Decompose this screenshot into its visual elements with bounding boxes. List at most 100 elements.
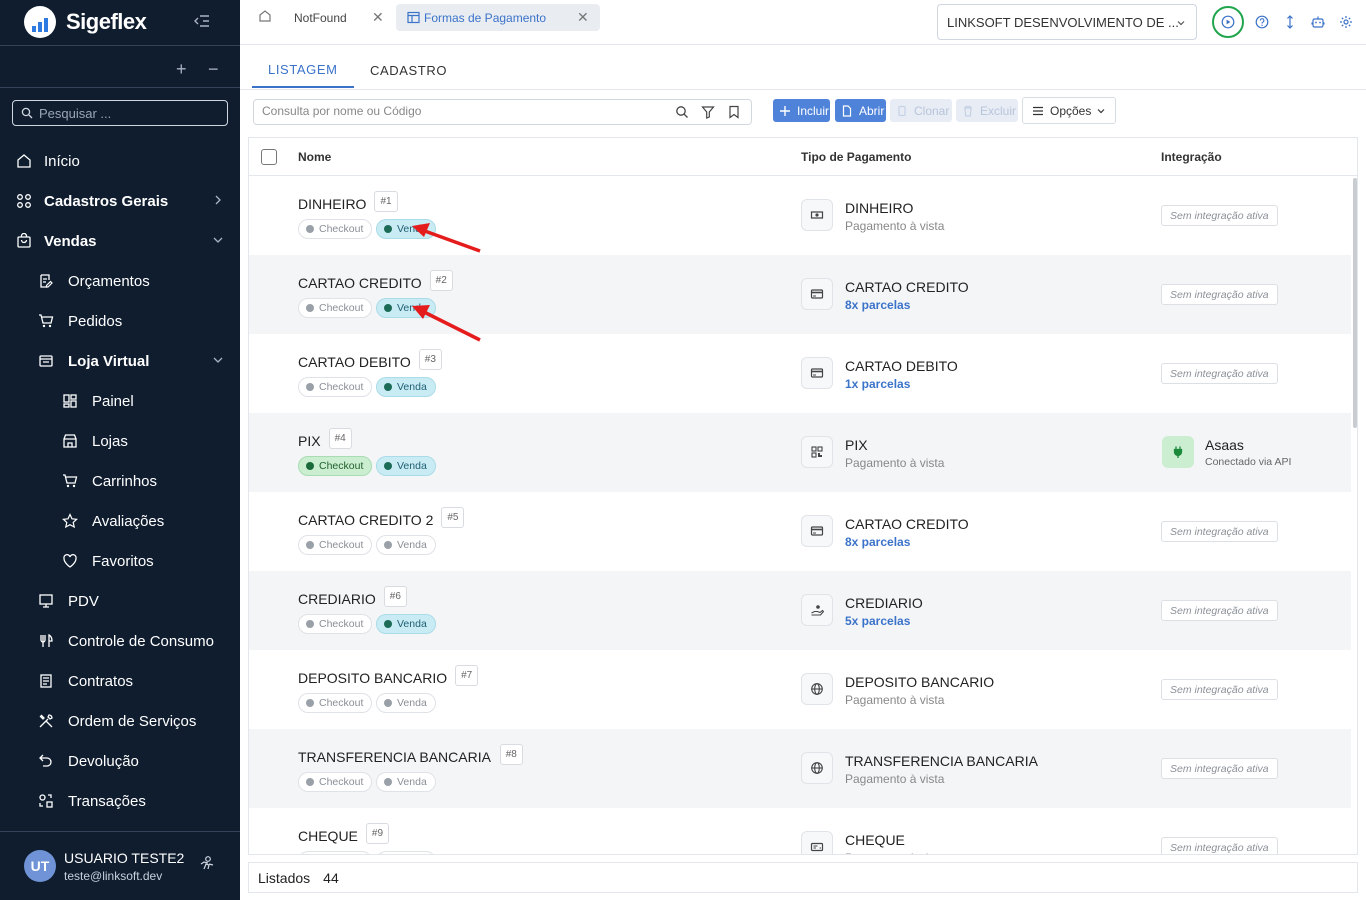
help-icon[interactable] [1255, 15, 1269, 29]
tab-notfound[interactable]: NotFound ✕ [290, 4, 390, 31]
sidebar-item-label: Vendas [44, 232, 97, 250]
status-dot [306, 620, 314, 628]
cart-icon [39, 314, 54, 328]
column-header-tipo[interactable]: Tipo de Pagamento [801, 150, 911, 164]
sidebar-item-painel[interactable]: Painel [0, 381, 240, 421]
cheque-icon [801, 831, 833, 854]
checkout-badge[interactable]: Checkout [298, 772, 373, 792]
table-row[interactable]: DEPOSITO BANCARIO #7 Checkout Venda DEPOSITO… [249, 650, 1351, 729]
venda-badge[interactable]: Venda [376, 693, 436, 713]
globe-icon [801, 752, 833, 784]
id-badge: #4 [328, 428, 352, 449]
app-logo[interactable]: Sigeflex [24, 6, 147, 38]
sidebar-item-pdv[interactable]: PDV [0, 581, 240, 621]
table-row[interactable]: CARTAO CREDITO 2 #5 Checkout Venda CARTAO CR… [249, 492, 1351, 571]
sidebar-item-carrinhos[interactable]: Carrinhos [0, 461, 240, 501]
table-row[interactable]: CHEQUE #9 CheckoutVenda CHEQUE Pagamento à v… [249, 808, 1351, 854]
sidebar-item-devolucao[interactable]: Devolução [0, 741, 240, 781]
sidebar-search-input[interactable] [39, 105, 219, 121]
sidebar-item-vendas[interactable]: Vendas [0, 221, 240, 261]
column-header-nome[interactable]: Nome [298, 150, 331, 164]
user-settings-icon[interactable] [199, 855, 215, 871]
table-row[interactable]: TRANSFERENCIA BANCARIA #8 Checkout Venda TRA… [249, 729, 1351, 808]
search-input[interactable] [262, 104, 662, 118]
tab-listagem[interactable]: LISTAGEM [252, 52, 354, 88]
sidebar-item-orcamentos[interactable]: Orçamentos [0, 261, 240, 301]
sidebar-item-inicio[interactable]: Início [0, 141, 240, 181]
id-badge: #3 [418, 349, 442, 370]
tab-cadastro[interactable]: CADASTRO [354, 52, 463, 88]
checkout-badge[interactable]: Checkout [298, 693, 373, 713]
filter-icon[interactable] [701, 105, 715, 119]
company-select[interactable]: LINKSOFT DESENVOLVIMENTO DE ... [937, 4, 1197, 40]
open-button[interactable]: Abrir [835, 99, 886, 122]
options-button[interactable]: Opções [1022, 97, 1116, 124]
sidebar-item-favoritos[interactable]: Favoritos [0, 541, 240, 581]
search-icon[interactable] [675, 105, 689, 119]
grid-icon [17, 194, 31, 208]
expand-all-icon[interactable]: + [176, 59, 187, 80]
sidebar-search[interactable] [12, 100, 228, 126]
payment-condition: 1x parcelas [845, 377, 911, 391]
bookmark-icon[interactable] [727, 105, 741, 119]
collapse-sidebar-icon[interactable] [194, 14, 210, 28]
sidebar-item-controle-de-consumo[interactable]: Controle de Consumo [0, 621, 240, 661]
expand-vertical-icon[interactable] [1283, 15, 1297, 29]
venda-badge[interactable]: Venda [376, 377, 436, 397]
play-button[interactable] [1212, 6, 1244, 38]
user-profile[interactable]: UT USUARIO TESTE2 teste@linksoft.dev [0, 831, 240, 900]
close-icon[interactable]: ✕ [577, 9, 589, 26]
clone-button[interactable]: Clonar [890, 99, 952, 122]
venda-badge[interactable]: Venda [376, 298, 436, 318]
scrollbar[interactable] [1353, 178, 1357, 428]
no-integration-badge: Sem integração ativa [1161, 758, 1278, 779]
checkout-badge[interactable]: Checkout [298, 456, 373, 476]
home-icon [17, 154, 31, 168]
sidebar-item-label: PDV [68, 592, 99, 610]
checkout-badge[interactable]: Checkout [298, 614, 373, 634]
sidebar-item-lojas[interactable]: Lojas [0, 421, 240, 461]
close-icon[interactable]: ✕ [372, 9, 384, 26]
table-row[interactable]: CARTAO CREDITO #2 Checkout Venda CARTAO CRED… [249, 255, 1351, 334]
collapse-all-icon[interactable]: − [208, 59, 219, 80]
robot-icon[interactable] [1311, 15, 1325, 29]
user-name: USUARIO TESTE2 [64, 850, 185, 866]
checkout-badge[interactable]: Checkout [298, 377, 373, 397]
venda-badge[interactable]: Venda [376, 851, 436, 854]
add-button[interactable]: Incluir [773, 99, 830, 122]
venda-badge[interactable]: Venda [376, 614, 436, 634]
cash-icon [801, 199, 833, 231]
checkout-badge[interactable]: Checkout [298, 298, 373, 318]
sidebar-item-loja-virtual[interactable]: Loja Virtual [0, 341, 240, 381]
checkout-badge[interactable]: Checkout [298, 219, 373, 239]
checkout-label: Checkout [319, 776, 364, 788]
venda-badge[interactable]: Venda [376, 456, 436, 476]
home-icon[interactable] [258, 9, 272, 23]
column-header-integracao[interactable]: Integração [1161, 150, 1222, 164]
sidebar-item-transacoes[interactable]: Transações [0, 781, 240, 821]
sidebar-item-ordem-de-servicos[interactable]: Ordem de Serviços [0, 701, 240, 741]
chevron-down-icon [213, 237, 223, 243]
venda-badge[interactable]: Venda [376, 219, 436, 239]
sidebar-item-pedidos[interactable]: Pedidos [0, 301, 240, 341]
tab-formas-de-pagamento[interactable]: Formas de Pagamento ✕ [396, 4, 600, 31]
venda-badge[interactable]: Venda [376, 772, 436, 792]
table-row[interactable]: PIX #4 Checkout Venda PIX Pagamento à vista As… [249, 413, 1351, 492]
table-row[interactable]: DINHEIRO #1 Checkout Venda DINHEIRO Pagamento… [249, 176, 1351, 255]
venda-label: Venda [397, 381, 427, 393]
gear-icon[interactable] [1339, 15, 1353, 29]
sidebar-item-contratos[interactable]: Contratos [0, 661, 240, 701]
logo-icon [24, 6, 56, 38]
table-row[interactable]: CREDIARIO #6 Checkout Venda CREDIARIO 5x parc… [249, 571, 1351, 650]
sidebar-item-cadastros-gerais[interactable]: Cadastros Gerais [0, 181, 240, 221]
venda-label: Venda [397, 776, 427, 788]
select-all-checkbox[interactable] [261, 149, 277, 165]
venda-label: Venda [397, 302, 427, 314]
delete-button[interactable]: Excluir [956, 99, 1018, 122]
status-dot [384, 778, 392, 786]
venda-badge[interactable]: Venda [376, 535, 436, 555]
checkout-badge[interactable]: Checkout [298, 851, 373, 854]
sidebar-item-avaliacoes[interactable]: Avaliações [0, 501, 240, 541]
checkout-badge[interactable]: Checkout [298, 535, 373, 555]
table-row[interactable]: CARTAO DEBITO #3 Checkout Venda CARTAO DEBIT… [249, 334, 1351, 413]
